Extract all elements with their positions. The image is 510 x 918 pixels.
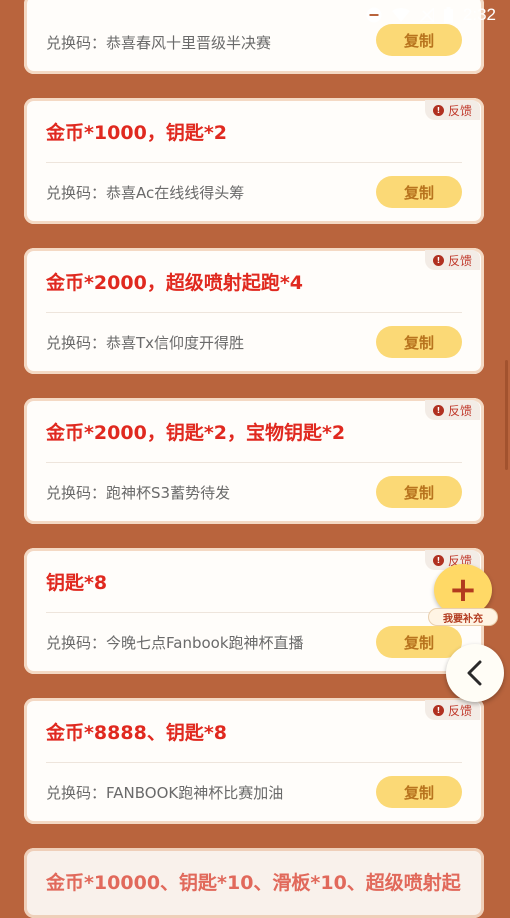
reward-title: 金币*8888、钥匙*8: [46, 722, 227, 744]
divider: [46, 162, 462, 163]
code-text: 兑换码：今晚七点Fanbook跑神杯直播: [46, 634, 304, 652]
do-not-disturb-icon: [366, 7, 382, 23]
divider: [46, 612, 462, 613]
code-card: ! 反馈 金币*2000，钥匙*2，宝物钥匙*2 兑换码：跑神杯S3蓄势待发 复…: [24, 398, 484, 524]
info-icon: !: [432, 704, 444, 716]
code-text: 兑换码：恭喜Ac在线线得头筹: [46, 184, 245, 202]
add-suggestion-label[interactable]: 我要补充: [428, 608, 498, 626]
code-text: 兑换码：恭喜春风十里晋级半决赛: [46, 34, 272, 52]
info-icon: !: [432, 104, 444, 116]
code-card: ! 反馈 金币*1000，钥匙*2 兑换码：恭喜Ac在线线得头筹 复制: [24, 98, 484, 224]
copy-button[interactable]: 复制: [376, 326, 462, 358]
code-text: 兑换码：恭喜Tx信仰度开得胜: [46, 334, 245, 352]
reward-title: 金币*10000、钥匙*10、滑板*10、超级喷射起: [46, 872, 461, 894]
divider: [46, 462, 462, 463]
code-card: ! 反馈 钥匙*8 兑换码：今晚七点Fanbook跑神杯直播 复制: [24, 548, 484, 674]
reward-title: 金币*2000，钥匙*2，宝物钥匙*2: [46, 422, 346, 444]
code-card: 金币*10000、钥匙*10、滑板*10、超级喷射起: [24, 848, 484, 918]
status-bar: 2:32: [0, 0, 510, 30]
code-text: 兑换码：跑神杯S3蓄势待发: [46, 484, 231, 502]
add-suggestion-button[interactable]: + 我要补充: [428, 558, 498, 628]
divider: [46, 312, 462, 313]
copy-button[interactable]: 复制: [376, 776, 462, 808]
info-icon: !: [432, 404, 444, 416]
redeem-code-list: 兑换码：恭喜春风十里晋级半决赛 复制 ! 反馈 金币*1000，钥匙*2 兑换码…: [0, 0, 510, 918]
battery-icon: [443, 7, 453, 23]
info-icon: !: [432, 254, 444, 266]
code-card: ! 反馈 金币*2000，超级喷射起跑*4 兑换码：恭喜Tx信仰度开得胜 复制: [24, 248, 484, 374]
feedback-button[interactable]: ! 反馈: [424, 250, 480, 270]
chevron-left-icon: [467, 660, 482, 686]
no-signal-icon: [419, 8, 434, 22]
feedback-button[interactable]: ! 反馈: [424, 700, 480, 720]
copy-button[interactable]: 复制: [376, 476, 462, 508]
code-card: ! 反馈 金币*8888、钥匙*8 兑换码：FANBOOK跑神杯比赛加油 复制: [24, 698, 484, 824]
reward-title: 钥匙*8: [46, 572, 108, 594]
wifi-icon: [391, 8, 410, 22]
feedback-button[interactable]: ! 反馈: [424, 100, 480, 120]
scrollbar[interactable]: [505, 360, 508, 470]
clock: 2:32: [462, 5, 496, 24]
copy-button[interactable]: 复制: [376, 176, 462, 208]
reward-title: 金币*2000，超级喷射起跑*4: [46, 272, 303, 294]
divider: [46, 762, 462, 763]
reward-title: 金币*1000，钥匙*2: [46, 122, 227, 144]
copy-button[interactable]: 复制: [376, 626, 462, 658]
back-button[interactable]: [446, 644, 504, 702]
feedback-button[interactable]: ! 反馈: [424, 400, 480, 420]
code-text: 兑换码：FANBOOK跑神杯比赛加油: [46, 784, 284, 802]
